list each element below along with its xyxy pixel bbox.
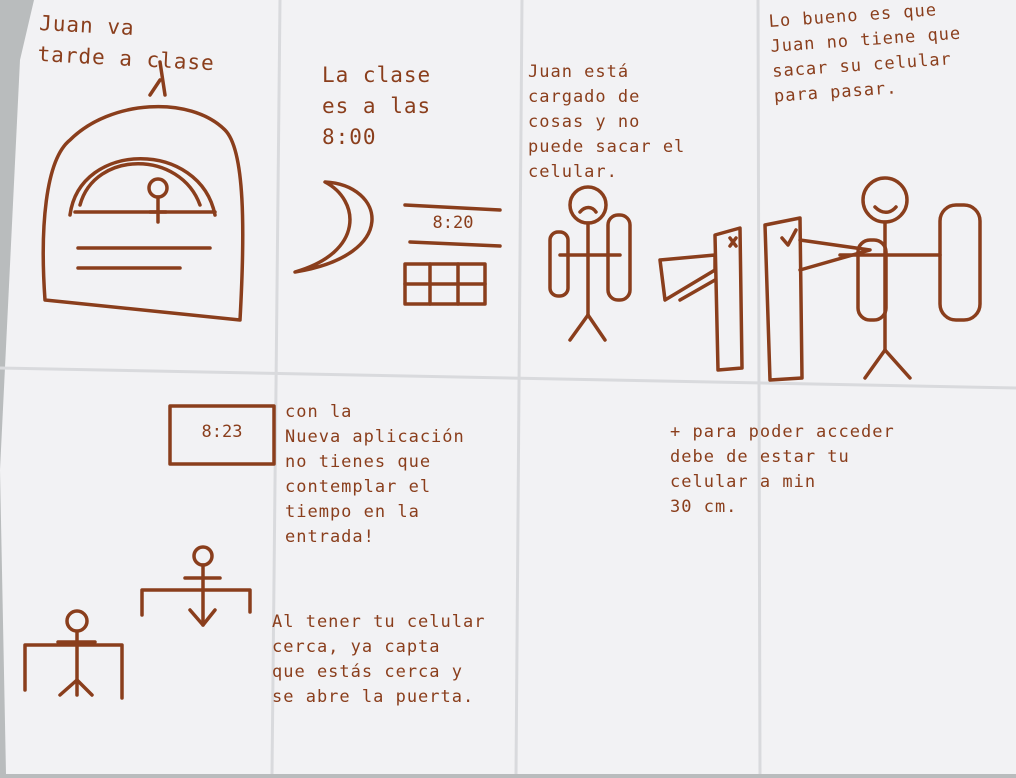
fold-line — [756, 0, 762, 775]
storyboard-photo: Juan va tarde a clase La clase es a las … — [0, 0, 1016, 775]
panel-2-clock-time: 8:20 — [432, 213, 474, 233]
panel-7-note: + para poder acceder debe de estar tu ce… — [670, 422, 895, 517]
panel-1-caption: Juan va tarde a clase — [36, 10, 216, 76]
panel-5-clock-time: 8:23 — [201, 422, 243, 442]
panel-6-caption: con la Nueva aplicación no tienes que co… — [285, 402, 465, 547]
panel-4-caption: Lo bueno es que Juan no tiene que sacar … — [768, 0, 962, 107]
panel-6-caption-2: Al tener tu celular cerca, ya capta que … — [272, 612, 486, 707]
panel-3-caption: Juan está cargado de cosas y no puede sa… — [528, 62, 686, 182]
panel-2-caption: La clase es a las 8:00 — [322, 63, 432, 149]
